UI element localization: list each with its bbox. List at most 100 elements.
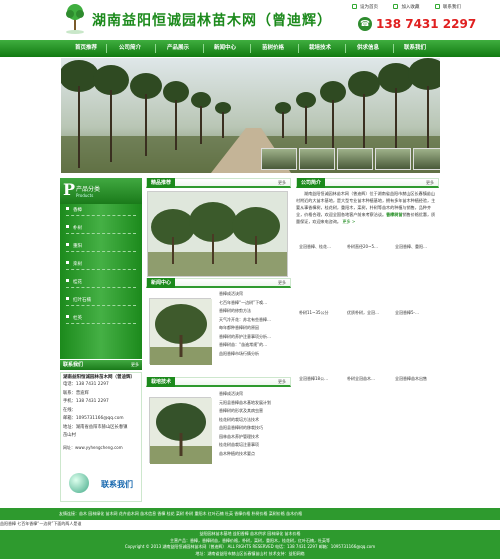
news-item[interactable]: 天气冷开花：苏北有些香樟… (219, 316, 291, 325)
contact-box: 湖南益阳恒诚园林苗木网（曾迪辉） 电话：138 7431 2297 联系：曾迪辉… (60, 372, 142, 502)
set-homepage-link[interactable]: 设为首页 (352, 4, 378, 10)
tech-item[interactable]: 桂花树的栽培方法技术 (219, 416, 291, 425)
product-item[interactable]: 朴树11~35公分 (299, 310, 343, 364)
contact-url[interactable]: 网址：www.yyhengcheng.com (63, 445, 139, 451)
tech-item[interactable]: 苗木种植的技术要点 (219, 450, 291, 459)
banner-thumb[interactable] (337, 148, 373, 170)
product-item[interactable]: 全冠香樟18公… (299, 376, 343, 430)
tech-item[interactable]: 元阳县香樟苗木基地发展计划 (219, 399, 291, 408)
main-nav: 首页推荐 公司简介 产品展示 新闻中心 苗树价格 栽培技术 供求信息 联系我们 (0, 40, 500, 57)
news-photo (150, 299, 212, 365)
contact-line: 在线： (63, 407, 76, 413)
banner-thumb[interactable] (261, 148, 297, 170)
category-item[interactable]: 栾树 (66, 260, 136, 270)
footer-bar: 益阳园林苗木基地 益阳香樟 苗木供求 园林绿化 苗木价格 主营产品：香樟，香樟树… (0, 530, 500, 559)
category-item[interactable]: 杜英 (66, 314, 136, 324)
nav-home[interactable]: 首页推荐 (75, 40, 97, 57)
nav-divider (203, 44, 204, 53)
add-favorite-link[interactable]: 加入收藏 (393, 4, 419, 10)
featured-header: 精品推荐 更多 (146, 178, 291, 188)
bullet-icon (66, 207, 69, 210)
news-list: 香樟成活诀窍 七百年香樟“一边树”下唤… 香樟树的修剪方法 天气冷开花：苏北有些… (219, 290, 291, 358)
category-item[interactable]: 朴树 (66, 224, 136, 234)
about-read-more[interactable]: 更多 > (342, 219, 355, 224)
tech-item[interactable]: 桂花树苗栽培注意事项 (219, 441, 291, 450)
category-item[interactable]: 红叶石楠 (66, 296, 136, 306)
category-list: 香樟 朴树 重阳 栾树 桂花 红叶石楠 杜英 (60, 204, 142, 359)
nav-products[interactable]: 产品展示 (167, 40, 189, 57)
tech-item[interactable]: 园林苗木养护管理技术 (219, 433, 291, 442)
friend-links[interactable]: 友情连接：苗木 园林绿化 苗木网 花卉苗木网 苗木信息 香樟 桂花 栾树 朴树 … (0, 508, 500, 520)
nav-divider (155, 44, 156, 53)
contact-email[interactable]: 邮箱：1095731166@qq.com (63, 415, 139, 424)
globe-icon (69, 473, 89, 493)
header: 湖南益阳恒诚园林苗木网（曾迪辉） 设为首页 加入收藏 联系我们 ☎ 138 74… (0, 0, 500, 40)
about-highlight: 香樟树苗 (386, 212, 403, 217)
product-item[interactable]: 全冠香樟、桂花… (299, 244, 343, 298)
product-item[interactable]: 全冠香樟5-… (395, 310, 439, 364)
news-item[interactable]: 香樟树苗：“苗逾常规”的… (219, 341, 291, 350)
site-title: 湖南益阳恒诚园林苗木网（曾迪辉） (92, 13, 332, 29)
footer-links-2[interactable]: 益阳香樟 七百年香樟“一边树”下面的两人是谁 (0, 521, 500, 527)
contact-more-link[interactable]: 更多 (131, 360, 139, 370)
tech-list: 香樟成活诀窍 元阳县香樟苗木基地发展计划 香樟树的形状及其病虫害 桂花树的栽培方… (219, 390, 291, 458)
category-item[interactable]: 香樟 (66, 206, 136, 216)
featured-title: 精品推荐 (147, 178, 176, 188)
product-item[interactable]: 全冠香樟苗木出售 (395, 376, 439, 430)
news-item[interactable]: 每年都种香樟树的原因 (219, 324, 291, 333)
about-text: 湖南益阳恒诚园林苗木网（曾迪辉）位于湖南省益阳市赫山区长春镇苗山村附近的大苗木基… (296, 191, 436, 224)
banner-thumb[interactable] (299, 148, 335, 170)
news-image[interactable] (149, 298, 212, 365)
news-more-link[interactable]: 更多 (278, 280, 286, 286)
featured-more-link[interactable]: 更多 (278, 180, 286, 186)
bullet-icon (66, 315, 69, 318)
nav-divider (393, 44, 394, 53)
tech-item[interactable]: 香樟树的形状及其病虫害 (219, 407, 291, 416)
product-item[interactable]: 朴树直径20~5… (347, 244, 391, 298)
about-title: 公司简介 (297, 178, 326, 188)
tech-more-link[interactable]: 更多 (278, 379, 286, 385)
category-item[interactable]: 桂花 (66, 278, 136, 288)
product-item[interactable]: 朴树全冠苗木… (347, 376, 391, 430)
bullet-icon (66, 243, 69, 246)
nav-prices[interactable]: 苗树价格 (262, 40, 284, 57)
news-header: 新闻中心 更多 (146, 278, 291, 288)
product-item[interactable]: 优质朴树，全冠… (347, 310, 391, 364)
star-icon (393, 4, 399, 9)
tech-header: 栽培技术 更多 (146, 377, 291, 387)
contact-line: 地址：湖南省益阳市赫山区长春镇 (63, 424, 128, 430)
bullet-icon (66, 279, 69, 282)
news-item[interactable]: 七百年香樟“一边树”下唤… (219, 299, 291, 308)
category-title: 产品分类 (76, 186, 101, 193)
category-item[interactable]: 重阳 (66, 242, 136, 252)
banner-thumb[interactable] (375, 148, 411, 170)
news-item[interactable]: 益阳香樟市场行情分析 (219, 350, 291, 359)
news-item[interactable]: 香樟成活诀窍 (219, 290, 291, 299)
banner-thumbnails (261, 148, 440, 170)
product-item[interactable]: 全冠香樟、重阳… (395, 244, 439, 298)
news-item[interactable]: 香樟树的修剪方法 (219, 307, 291, 316)
tech-item[interactable]: 益阳县香樟树的移栽技巧 (219, 424, 291, 433)
contact-header: 联系我们 更多 (60, 360, 142, 370)
tech-image[interactable] (149, 397, 212, 464)
nav-news[interactable]: 新闻中心 (214, 40, 236, 57)
nav-about[interactable]: 公司简介 (119, 40, 141, 57)
news-item[interactable]: 香樟树的养护注意事项分析… (219, 333, 291, 342)
featured-image[interactable] (147, 191, 288, 277)
category-p-letter: P (63, 180, 76, 199)
tech-title: 栽培技术 (147, 377, 176, 387)
banner-thumb[interactable] (413, 148, 440, 170)
home-icon (352, 4, 357, 9)
contact-us-graphic[interactable]: 联系我们 (101, 479, 133, 490)
nav-divider (298, 44, 299, 53)
banner-image[interactable] (61, 58, 440, 173)
contact-line: 电话：138 7431 2297 (63, 382, 109, 387)
nav-tech[interactable]: 栽培技术 (309, 40, 331, 57)
footer-line: 地址：湖南省益阳市赫山区长春镇苗山村 技术支持：益阳网络 (195, 550, 305, 556)
contact-link[interactable]: 联系我们 (434, 4, 461, 10)
phone-icon: ☎ (358, 17, 372, 31)
about-more-link[interactable]: 更多 (426, 180, 434, 186)
nav-contact[interactable]: 联系我们 (404, 40, 426, 57)
tech-item[interactable]: 香樟成活诀窍 (219, 390, 291, 399)
nav-supply[interactable]: 供求信息 (357, 40, 379, 57)
